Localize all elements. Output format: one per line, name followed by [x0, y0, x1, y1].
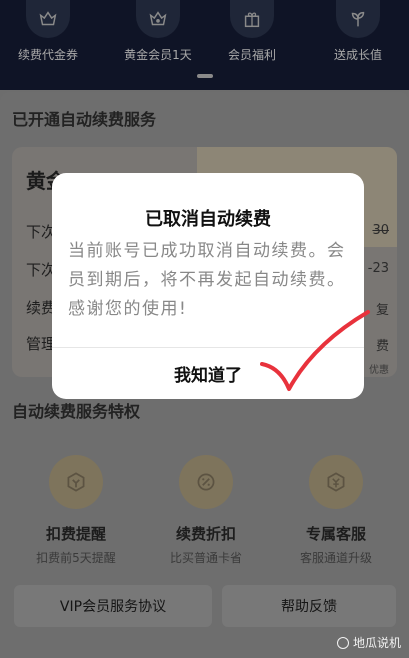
privilege-title: 专属客服: [305, 525, 366, 543]
dialog-title: 已取消自动续费: [145, 209, 271, 230]
watermark: 地瓜说机: [336, 634, 401, 651]
privilege-title: 扣费提醒: [45, 525, 106, 543]
card-row-value: 30: [372, 223, 389, 238]
perk-member-benefit[interactable]: 会员福利: [206, 0, 298, 63]
privilege-title: 续费折扣: [175, 525, 236, 543]
dialog-message: 当前账号已成功取消自动续费。会员到期后，将不再发起自动续费。感谢您的使用!: [68, 241, 346, 319]
perk-label: 续费代金券: [17, 48, 78, 62]
section-title-auto-renew: 已开通自动续费服务: [12, 110, 157, 129]
card-row-value[interactable]: 复: [376, 299, 389, 318]
help-feedback-button[interactable]: 帮助反馈: [222, 585, 396, 627]
privilege-subtitle: 比买普通卡省: [169, 551, 242, 565]
bell-coin-icon: [49, 455, 103, 509]
perk-label: 黄金会员1天: [124, 48, 192, 62]
perk-growth-value[interactable]: 送成长值: [312, 0, 404, 63]
privilege-item[interactable]: 专属客服 客服通道升级: [276, 455, 396, 566]
vip-agreement-button[interactable]: VIP会员服务协议: [14, 585, 212, 627]
top-perks-banner: 续费代金券 黄金会员1天 会员福利 送成长值: [0, 0, 409, 90]
perk-renew-coupon[interactable]: 续费代金券: [2, 0, 94, 63]
perk-gold-day[interactable]: 黄金会员1天: [112, 0, 204, 63]
card-row-value: -23: [367, 261, 389, 276]
perk-label: 送成长值: [333, 48, 382, 62]
card-note: 优惠: [369, 365, 389, 376]
coupon-crown-icon: [26, 0, 70, 38]
privilege-item[interactable]: 续费折扣 比买普通卡省: [146, 455, 266, 566]
drag-handle[interactable]: [197, 74, 213, 78]
section-title-privileges: 自动续费服务特权: [12, 402, 141, 421]
discount-badge-icon: [179, 455, 233, 509]
cancel-renewal-dialog: 已取消自动续费 当前账号已成功取消自动续费。会员到期后，将不再发起自动续费。感谢…: [52, 173, 364, 399]
crown-icon: [136, 0, 180, 38]
privilege-subtitle: 客服通道升级: [299, 551, 372, 565]
card-row-value[interactable]: 费: [376, 335, 389, 354]
headset-coin-icon: [309, 455, 363, 509]
gift-box-icon: [230, 0, 274, 38]
sprout-icon: [336, 0, 380, 38]
watermark-logo-icon: [336, 636, 349, 649]
privilege-item[interactable]: 扣费提醒 扣费前5天提醒: [16, 455, 136, 566]
privilege-subtitle: 扣费前5天提醒: [36, 551, 116, 565]
watermark-text: 地瓜说机: [352, 636, 401, 650]
dialog-confirm-button[interactable]: 我知道了: [52, 348, 364, 399]
perk-label: 会员福利: [227, 48, 276, 62]
